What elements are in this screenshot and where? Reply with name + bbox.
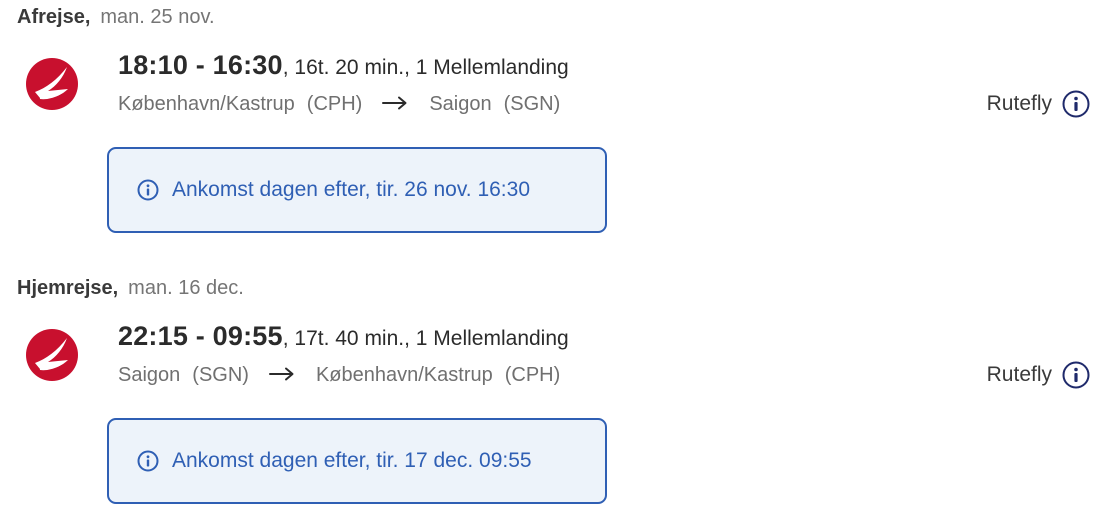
outbound-date: man. 25 nov. — [100, 6, 215, 28]
return-label: Hjemrejse, — [17, 277, 119, 299]
arrow-right-icon — [268, 367, 294, 381]
return-duration: , 17t. 40 min., 1 Mellemlanding — [282, 327, 569, 350]
info-icon[interactable] — [1062, 361, 1090, 389]
return-header: Hjemrejse, man. 16 dec. — [17, 277, 244, 300]
outbound-origin-city: København/Kastrup — [118, 93, 295, 115]
return-dest-code: (CPH) — [504, 364, 561, 386]
outbound-label: Afrejse, — [17, 6, 91, 28]
outbound-header: Afrejse, man. 25 nov. — [17, 6, 215, 29]
info-icon — [137, 179, 159, 201]
outbound-dest-code: (SGN) — [503, 93, 561, 115]
return-origin-code: (SGN) — [192, 364, 249, 386]
return-time-line: 22:15 - 09:55, 17t. 40 min., 1 Mellemlan… — [118, 321, 569, 352]
return-route: Saigon (SGN) København/Kastrup (CPH) — [118, 364, 560, 387]
return-date: man. 16 dec. — [128, 277, 244, 299]
return-notice-text: Ankomst dagen efter, tir. 17 dec. 09:55 — [172, 449, 532, 472]
outbound-duration: , 16t. 20 min., 1 Mellemlanding — [282, 56, 569, 79]
outbound-flight-type: Rutefly — [987, 90, 1090, 118]
outbound-origin-code: (CPH) — [306, 93, 363, 115]
outbound-arrival-notice: Ankomst dagen efter, tir. 26 nov. 16:30 — [107, 147, 607, 233]
outbound-times: 18:10 - 16:30 — [118, 50, 283, 80]
arrow-right-icon — [382, 96, 407, 110]
airline-logo-icon — [26, 329, 78, 381]
return-origin-city: Saigon — [118, 364, 181, 386]
outbound-dest-city: Saigon — [429, 93, 492, 115]
return-arrival-notice: Ankomst dagen efter, tir. 17 dec. 09:55 — [107, 418, 607, 504]
airline-logo-icon — [26, 58, 78, 110]
info-icon[interactable] — [1062, 90, 1090, 118]
outbound-route: København/Kastrup (CPH) Saigon (SGN) — [118, 93, 560, 116]
return-dest-city: København/Kastrup — [315, 364, 493, 386]
outbound-flight-type-label: Rutefly — [986, 92, 1052, 115]
return-times: 22:15 - 09:55 — [118, 321, 283, 351]
outbound-time-line: 18:10 - 16:30, 16t. 20 min., 1 Mellemlan… — [118, 50, 569, 81]
info-icon — [137, 450, 159, 472]
outbound-notice-text: Ankomst dagen efter, tir. 26 nov. 16:30 — [172, 178, 531, 201]
return-flight-type-label: Rutefly — [986, 363, 1052, 386]
return-flight-type: Rutefly — [987, 361, 1090, 389]
